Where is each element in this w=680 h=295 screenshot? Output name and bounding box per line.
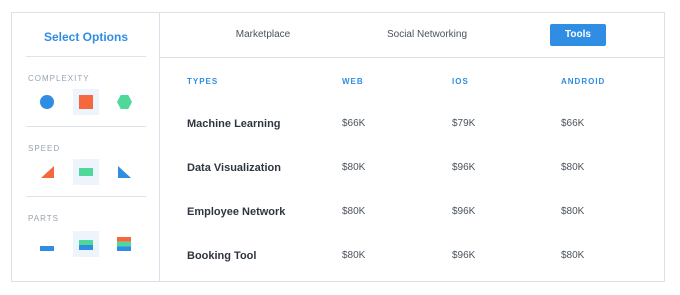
cell-android-price: $80K bbox=[561, 250, 585, 261]
pricing-table: TYPES WEB IOS ANDROID Machine Learning $… bbox=[160, 57, 664, 281]
option-hexagon[interactable] bbox=[111, 89, 137, 115]
column-header-ios: IOS bbox=[452, 77, 469, 86]
sidebar-title: Select Options bbox=[43, 30, 129, 44]
group-label-speed: SPEED bbox=[28, 144, 61, 153]
cell-ios-price: $96K bbox=[452, 250, 476, 261]
row-type-name: Booking Tool bbox=[187, 250, 257, 262]
column-header-android: ANDROID bbox=[561, 77, 606, 86]
option-circle[interactable] bbox=[34, 89, 60, 115]
single-layer-icon bbox=[40, 246, 54, 251]
divider bbox=[26, 56, 146, 57]
two-layer-icon bbox=[79, 240, 93, 250]
tab-marketplace[interactable]: Marketplace bbox=[232, 24, 294, 46]
cell-ios-price: $79K bbox=[452, 118, 476, 129]
divider bbox=[26, 196, 146, 197]
cell-web-price: $80K bbox=[342, 206, 366, 217]
flat-bar-icon bbox=[79, 168, 93, 176]
option-triangle-left[interactable] bbox=[111, 159, 137, 185]
option-single-layer[interactable] bbox=[34, 231, 60, 257]
triangle-left-angle-icon bbox=[117, 166, 131, 178]
option-three-layer[interactable] bbox=[111, 231, 137, 257]
square-icon bbox=[79, 95, 93, 109]
row-type-name: Employee Network bbox=[187, 206, 286, 218]
cell-web-price: $80K bbox=[342, 162, 366, 173]
cell-android-price: $80K bbox=[561, 162, 585, 173]
divider bbox=[26, 126, 146, 127]
three-layer-icon bbox=[117, 237, 131, 251]
row-type-name: Data Visualization bbox=[187, 162, 281, 174]
cell-ios-price: $96K bbox=[452, 206, 476, 217]
circle-icon bbox=[40, 95, 54, 109]
cell-ios-price: $96K bbox=[452, 162, 476, 173]
cell-web-price: $80K bbox=[342, 250, 366, 261]
triangle-right-angle-icon bbox=[40, 166, 54, 178]
column-header-web: WEB bbox=[342, 77, 364, 86]
group-label-parts: PARTS bbox=[28, 214, 59, 223]
cell-web-price: $66K bbox=[342, 118, 366, 129]
option-two-layer[interactable] bbox=[73, 231, 99, 257]
row-type-name: Machine Learning bbox=[187, 118, 281, 130]
group-label-complexity: COMPLEXITY bbox=[28, 74, 90, 83]
cell-android-price: $66K bbox=[561, 118, 585, 129]
category-tabs: Marketplace Social Networking Tools bbox=[160, 13, 664, 58]
tab-tools[interactable]: Tools bbox=[550, 24, 606, 46]
options-sidebar: Select Options COMPLEXITY SPEED PARTS bbox=[12, 13, 160, 281]
cell-android-price: $80K bbox=[561, 206, 585, 217]
column-header-types: TYPES bbox=[187, 77, 219, 86]
option-triangle-right[interactable] bbox=[34, 159, 60, 185]
tab-social-networking[interactable]: Social Networking bbox=[377, 24, 477, 46]
pricing-panel: Select Options COMPLEXITY SPEED PARTS Ma… bbox=[11, 12, 665, 282]
option-flat-bar[interactable] bbox=[73, 159, 99, 185]
hexagon-icon bbox=[116, 95, 132, 109]
option-square[interactable] bbox=[73, 89, 99, 115]
